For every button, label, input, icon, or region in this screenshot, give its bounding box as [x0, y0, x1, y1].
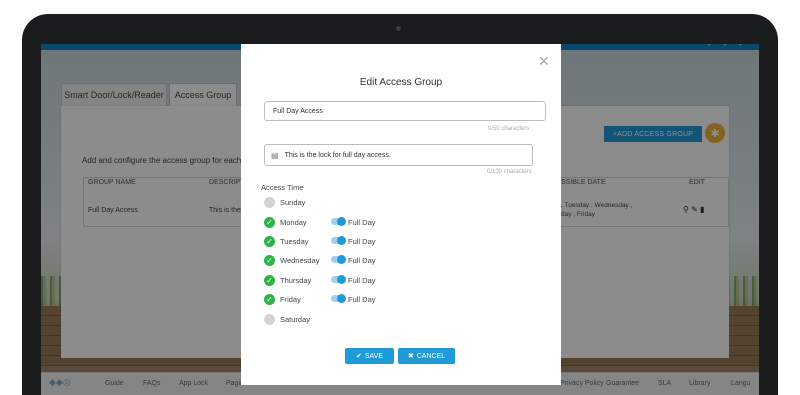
- day-name: Thursday: [280, 275, 312, 285]
- description-icon: ▤: [271, 150, 279, 160]
- full-day-toggle-friday[interactable]: [331, 294, 346, 303]
- day-name: Sunday: [280, 197, 306, 207]
- save-button[interactable]: ✔ SAVE: [345, 348, 394, 364]
- toggle-label: Full Day: [348, 276, 376, 285]
- modal-title: Edit Access Group: [359, 77, 443, 88]
- day-name: Tuesday: [280, 236, 309, 246]
- full-day-toggle-tuesday[interactable]: [331, 236, 346, 245]
- description-count: 0/100 characters: [487, 169, 532, 175]
- day-row-saturday[interactable]: Saturday: [264, 313, 310, 325]
- check-icon[interactable]: ✓: [264, 216, 275, 228]
- check-icon[interactable]: ✓: [264, 254, 275, 266]
- day-row-tuesday[interactable]: ✓ Tuesday: [264, 235, 309, 247]
- day-row-sunday[interactable]: Sunday: [264, 196, 305, 208]
- toggle-knob: [337, 236, 346, 245]
- unchecked-icon[interactable]: [264, 196, 275, 208]
- toggle-knob: [337, 275, 346, 284]
- day-name: Monday: [280, 217, 307, 227]
- check-icon[interactable]: ✓: [264, 274, 275, 286]
- full-day-toggle-monday[interactable]: [331, 217, 346, 226]
- toggle-knob: [337, 255, 346, 264]
- toggle-label: Full Day: [348, 237, 376, 246]
- check-icon[interactable]: ✓: [264, 235, 275, 247]
- full-day-toggle-thursday[interactable]: [331, 275, 346, 284]
- cancel-label: CANCEL: [416, 352, 446, 360]
- toggle-label: Full Day: [348, 256, 376, 265]
- group-name-count: 0/50 characters: [488, 126, 530, 132]
- full-day-toggle-wednesday[interactable]: [331, 255, 346, 264]
- day-name: Saturday: [280, 314, 311, 324]
- day-row-monday[interactable]: ✓ Monday: [264, 216, 307, 228]
- access-time-label: Access Time: [261, 183, 304, 192]
- day-name: Wednesday: [280, 255, 320, 265]
- save-label: SAVE: [364, 352, 384, 360]
- cancel-x-icon: ✖: [407, 353, 414, 360]
- toggle-knob: [337, 217, 346, 226]
- close-icon[interactable]: ✕: [538, 53, 550, 70]
- unchecked-icon[interactable]: [264, 313, 275, 325]
- day-name: Friday: [280, 294, 301, 304]
- group-name-input[interactable]: Full Day Access: [264, 101, 546, 121]
- toggle-label: Full Day: [348, 218, 376, 227]
- day-row-friday[interactable]: ✓ Friday: [264, 293, 301, 305]
- group-name-value: Full Day Access: [273, 107, 323, 115]
- description-value: This is the lock for full day access.: [284, 151, 391, 159]
- edit-access-group-modal: ✕ Edit Access Group Full Day Access 0/50…: [241, 44, 561, 385]
- day-row-thursday[interactable]: ✓ Thursday: [264, 274, 311, 286]
- toggle-label: Full Day: [348, 295, 376, 304]
- save-check-icon: ✔: [355, 353, 362, 360]
- check-icon[interactable]: ✓: [264, 293, 275, 305]
- toggle-knob: [337, 294, 346, 303]
- day-row-wednesday[interactable]: ✓ Wednesday: [264, 254, 319, 266]
- camera: [396, 26, 401, 31]
- description-input[interactable]: ▤ This is the lock for full day access.: [264, 144, 533, 166]
- cancel-button[interactable]: ✖ CANCEL: [398, 348, 455, 364]
